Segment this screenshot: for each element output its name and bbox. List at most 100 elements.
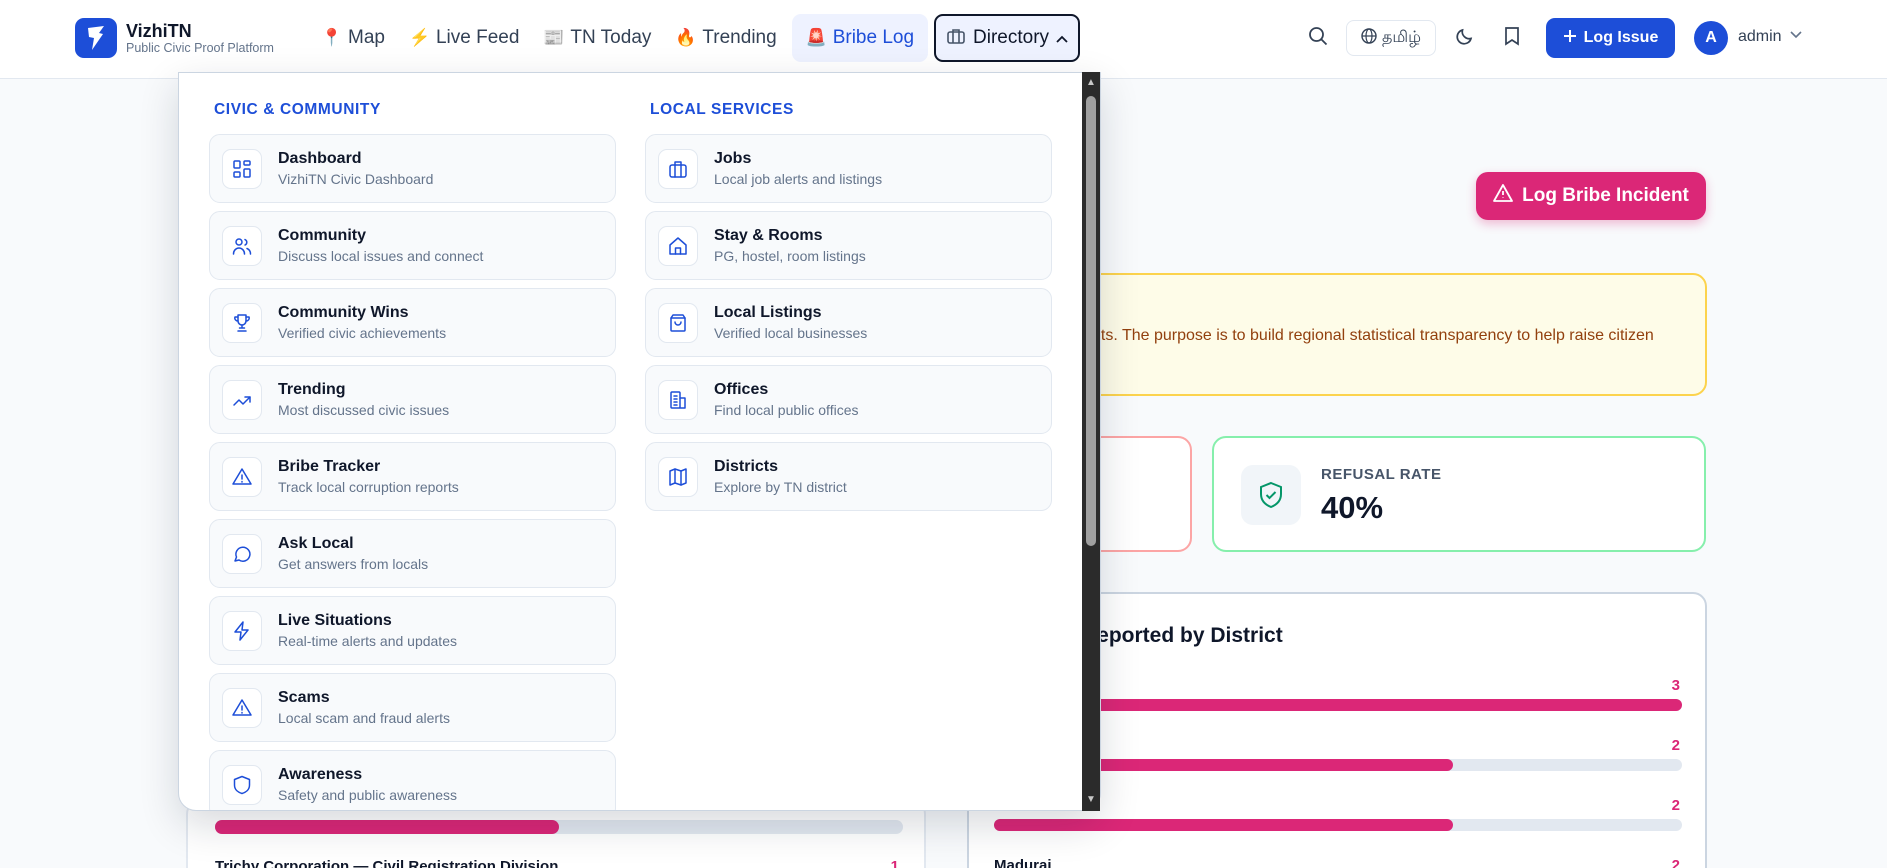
- menu-item-description: Track local corruption reports: [278, 478, 459, 495]
- shield-check-icon: [1241, 465, 1301, 525]
- plus-icon: [1563, 29, 1577, 48]
- search-icon: [1308, 26, 1328, 51]
- menu-item-label: Dashboard: [278, 149, 362, 167]
- menu-item-label: Jobs: [714, 149, 752, 167]
- briefcase-icon: [946, 28, 966, 49]
- menu-item-dashboard[interactable]: Dashboard VizhiTN Civic Dashboard: [209, 134, 616, 203]
- menu-item-community[interactable]: Community Discuss local issues and connec…: [209, 211, 616, 280]
- nav-bribe-log[interactable]: 🚨 Bribe Log: [791, 14, 929, 62]
- nav-label: Map: [348, 27, 385, 48]
- users-icon: [222, 225, 262, 266]
- menu-item-description: Explore by TN district: [714, 478, 847, 495]
- menu-item-live-situations[interactable]: Live Situations Real-time alerts and upda…: [209, 596, 616, 665]
- siren-icon: 🚨: [805, 28, 827, 47]
- scrollbar-thumb[interactable]: [1086, 96, 1096, 546]
- notice-text: nts. The purpose is to build regional st…: [1092, 327, 1654, 344]
- search-button[interactable]: [1301, 21, 1335, 55]
- menu-item-description: Find local public offices: [714, 401, 859, 418]
- menu-item-description: Local scam and fraud alerts: [278, 709, 450, 726]
- district-bar-count: 2: [1671, 797, 1680, 814]
- directory-dropdown: CIVIC & COMMUNITY Dashboard VizhiTN Civic…: [178, 72, 1101, 811]
- local-services-column: LOCAL SERVICES Jobs Local job alerts and …: [645, 101, 1052, 511]
- language-toggle[interactable]: தமிழ்: [1346, 20, 1436, 56]
- log-issue-button[interactable]: Log Issue: [1546, 18, 1675, 58]
- nav-label: Bribe Log: [832, 27, 915, 48]
- newspaper-icon: 📰: [543, 28, 565, 47]
- civic-community-column: CIVIC & COMMUNITY Dashboard VizhiTN Civic…: [209, 101, 616, 810]
- nav-directory[interactable]: Directory: [934, 14, 1081, 62]
- avatar[interactable]: A: [1694, 21, 1728, 55]
- office-bar-fill: [215, 820, 559, 834]
- office-bar-track: [215, 820, 903, 834]
- scroll-down-arrow-icon[interactable]: ▼: [1086, 795, 1096, 805]
- chevron-down-icon[interactable]: [1790, 26, 1802, 44]
- menu-item-label: Bribe Tracker: [278, 457, 381, 475]
- nav-label: Live Feed: [435, 27, 520, 48]
- menu-item-label: Stay & Rooms: [714, 226, 823, 244]
- lightning-icon: ⚡: [408, 28, 431, 47]
- menu-item-description: VizhiTN Civic Dashboard: [278, 170, 434, 187]
- log-issue-label: Log Issue: [1583, 29, 1659, 46]
- section-title: LOCAL SERVICES: [650, 101, 794, 118]
- map-icon: [658, 456, 698, 497]
- warning-icon: [222, 456, 262, 497]
- nav-map[interactable]: 📍 Map: [312, 14, 394, 62]
- menu-item-description: Verified civic achievements: [278, 324, 447, 341]
- menu-item-label: Community Wins: [278, 303, 409, 321]
- menu-item-stay-rooms[interactable]: Stay & Rooms PG, hostel, room listings: [645, 211, 1052, 280]
- menu-item-trending[interactable]: Trending Most discussed civic issues: [209, 365, 616, 434]
- building-icon: [658, 379, 698, 420]
- menu-item-jobs[interactable]: Jobs Local job alerts and listings: [645, 134, 1052, 203]
- menu-item-ask-local[interactable]: Ask Local Get answers from locals: [209, 519, 616, 588]
- menu-item-scams[interactable]: Scams Local scam and fraud alerts: [209, 673, 616, 742]
- menu-item-label: Scams: [278, 688, 330, 706]
- menu-item-label: Awareness: [278, 765, 363, 783]
- nav-label: TN Today: [570, 27, 652, 48]
- chat-icon: [222, 533, 262, 574]
- menu-item-bribe-tracker[interactable]: Bribe Tracker Track local corruption repo…: [209, 442, 616, 511]
- log-bribe-incident-button[interactable]: Log Bribe Incident: [1476, 172, 1706, 220]
- fire-icon: 🔥: [675, 28, 697, 47]
- section-title: CIVIC & COMMUNITY: [214, 101, 381, 118]
- menu-item-description: Safety and public awareness: [278, 786, 457, 803]
- menu-item-local-listings[interactable]: Local Listings Verified local businesses: [645, 288, 1052, 357]
- menu-item-description: Verified local businesses: [714, 324, 868, 341]
- map-pin-icon: 📍: [321, 28, 343, 47]
- dropdown-scrollbar[interactable]: ▲ ▼: [1082, 72, 1100, 811]
- district-chart-title: reported by District: [1089, 624, 1283, 647]
- brand-name: VizhiTN: [126, 21, 192, 41]
- menu-item-description: Get answers from locals: [278, 555, 429, 572]
- dashboard-icon: [222, 148, 262, 189]
- brand-tagline: Public Civic Proof Platform: [126, 41, 274, 55]
- nav-trending[interactable]: 🔥 Trending: [666, 14, 785, 62]
- top-navbar: VizhiTN Public Civic Proof Platform 📍 Ma…: [0, 0, 1887, 79]
- menu-item-description: PG, hostel, room listings: [714, 247, 866, 264]
- menu-item-description: Local job alerts and listings: [714, 170, 883, 187]
- menu-item-label: Ask Local: [278, 534, 354, 552]
- trending-up-icon: [222, 379, 262, 420]
- trophy-icon: [222, 302, 262, 343]
- chevron-up-icon: [1056, 27, 1068, 49]
- menu-item-community-wins[interactable]: Community Wins Verified civic achievement…: [209, 288, 616, 357]
- brand[interactable]: VizhiTN Public Civic Proof Platform: [75, 18, 274, 58]
- scroll-up-arrow-icon[interactable]: ▲: [1086, 78, 1096, 88]
- briefcase-icon: [658, 148, 698, 189]
- nav-live-feed[interactable]: ⚡ Live Feed: [400, 14, 528, 62]
- nav-tn-today[interactable]: 📰 TN Today: [534, 14, 660, 62]
- moon-icon: [1455, 26, 1475, 51]
- warning-icon: [1493, 184, 1514, 208]
- menu-item-awareness[interactable]: Awareness Safety and public awareness: [209, 750, 616, 810]
- menu-item-offices[interactable]: Offices Find local public offices: [645, 365, 1052, 434]
- brand-logo-icon: [75, 18, 117, 58]
- menu-item-label: Community: [278, 226, 366, 244]
- bookmarks-button[interactable]: [1495, 21, 1529, 55]
- user-name[interactable]: admin: [1738, 28, 1782, 46]
- language-label: தமிழ்: [1381, 29, 1422, 46]
- district-bar-fill: [994, 819, 1453, 831]
- theme-toggle[interactable]: [1448, 21, 1482, 55]
- menu-item-label: Offices: [714, 380, 769, 398]
- warning-icon: [222, 687, 262, 728]
- menu-item-districts[interactable]: Districts Explore by TN district: [645, 442, 1052, 511]
- bookmark-icon: [1504, 26, 1520, 51]
- menu-item-label: Live Situations: [278, 611, 392, 629]
